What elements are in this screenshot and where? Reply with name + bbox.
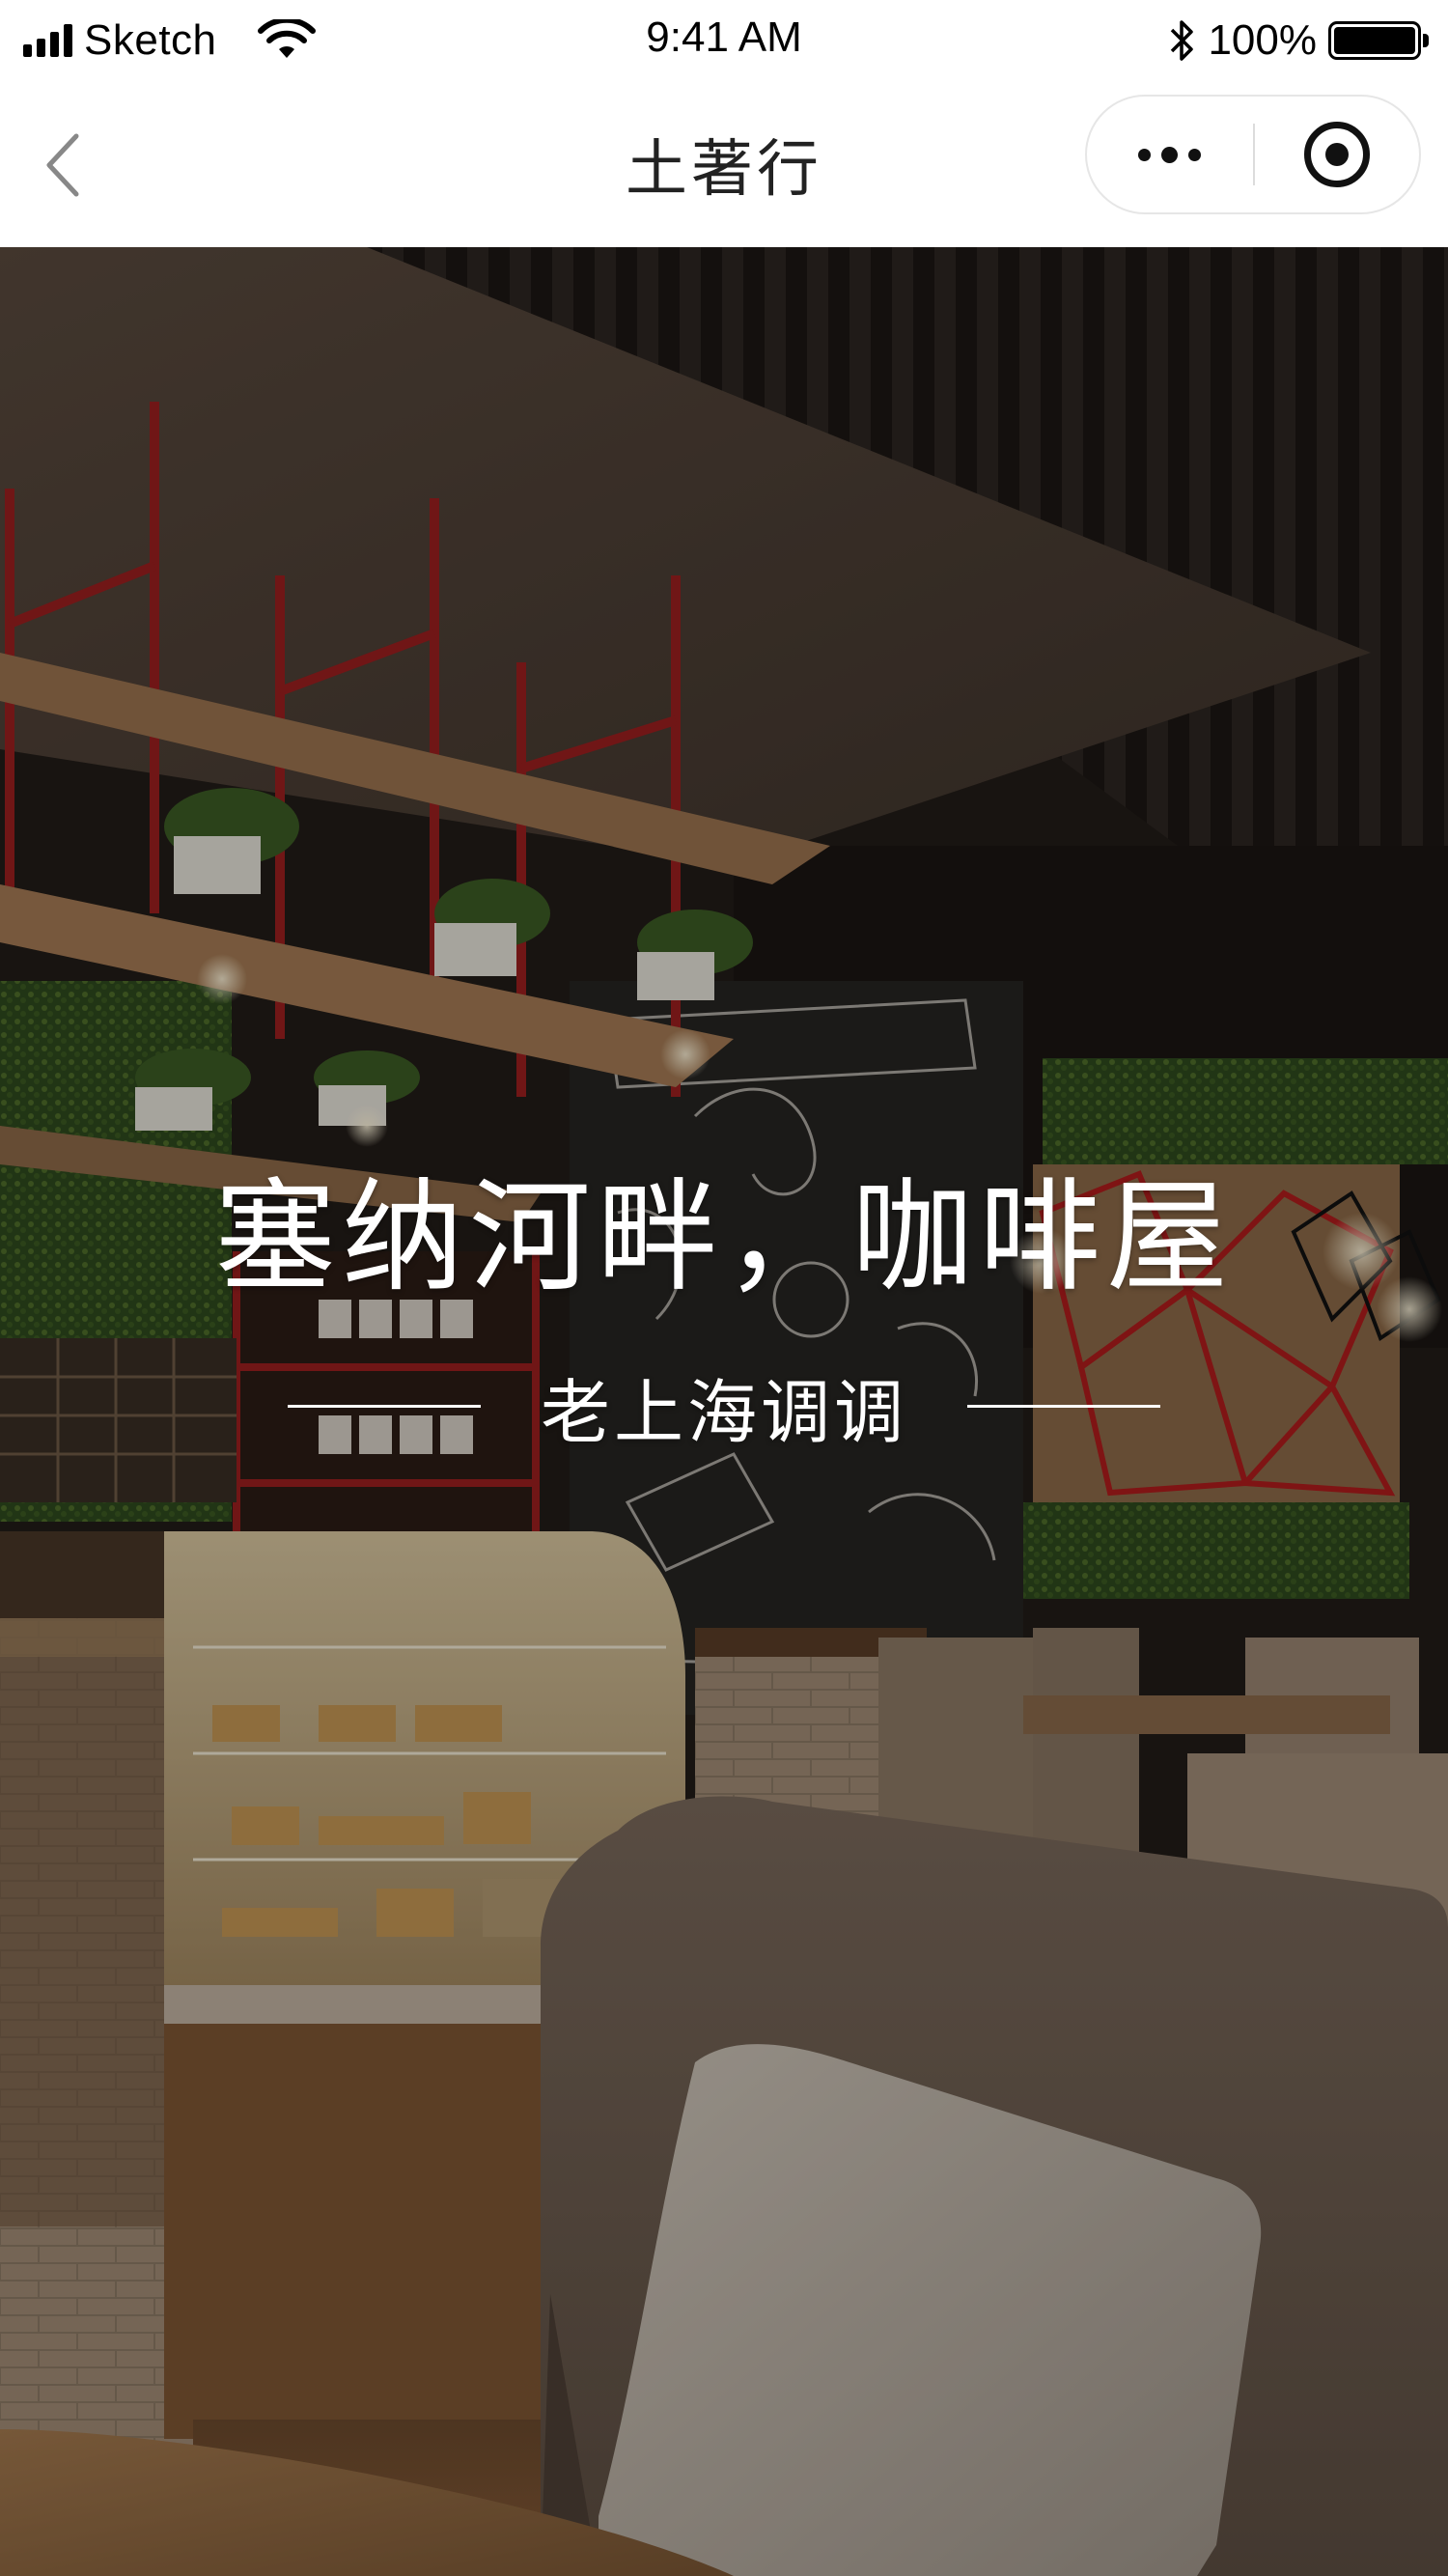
more-button[interactable] (1087, 97, 1251, 212)
screen: Sketch 9:41 AM 100% 土著行 塞纳河畔，咖啡屋 老上海调调 (0, 0, 1448, 2576)
hero-banner: 塞纳河畔，咖啡屋 老上海调调 (0, 247, 1448, 2576)
hero-subtitle-row: 老上海调调 (0, 1358, 1448, 1454)
hero-title: 塞纳河畔，咖啡屋 (214, 1166, 1234, 1308)
bluetooth-icon (1171, 20, 1194, 61)
subtitle-left-line (287, 1404, 481, 1408)
capsule-menu (1085, 95, 1421, 214)
close-miniprogram-button[interactable] (1255, 97, 1419, 212)
nav-bar: 土著行 (0, 81, 1448, 247)
battery-icon (1328, 21, 1429, 60)
subtitle-right-line (967, 1404, 1160, 1408)
more-dots-icon (1137, 148, 1151, 161)
status-bar: Sketch 9:41 AM 100% (0, 0, 1448, 81)
battery-percent: 100% (1208, 16, 1317, 64)
status-right: 100% (1167, 14, 1429, 68)
hero-subtitle: 老上海调调 (540, 1371, 907, 1453)
target-circle-icon (1304, 122, 1370, 187)
